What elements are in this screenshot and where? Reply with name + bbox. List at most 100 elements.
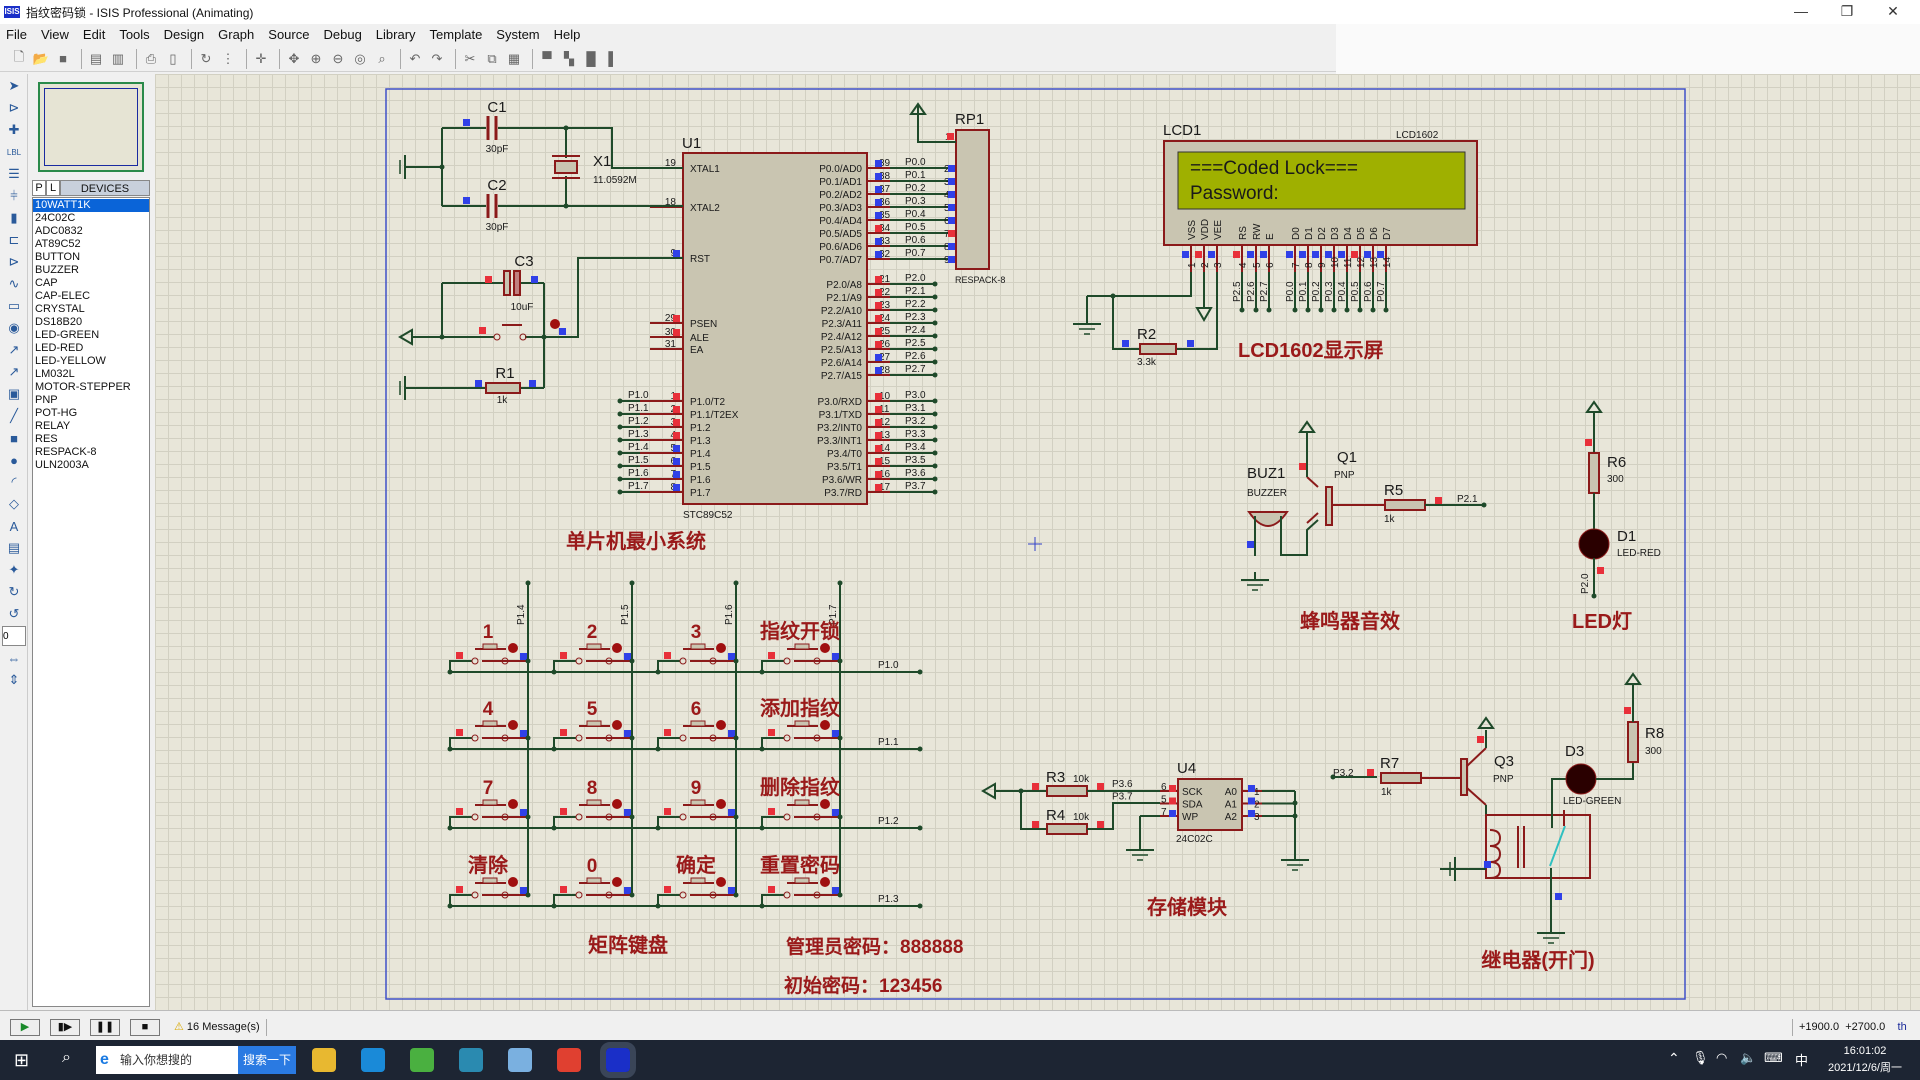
device-item[interactable]: ULN2003A — [33, 459, 149, 472]
maximize-button[interactable]: ❐ — [1824, 0, 1870, 24]
device-item[interactable]: RESPACK-8 — [33, 446, 149, 459]
rotate-cw-tool[interactable]: ↻ — [2, 582, 26, 602]
zoom-out-button[interactable]: ⊖ — [329, 50, 347, 68]
menu-library[interactable]: Library — [376, 27, 416, 42]
cut-button[interactable]: ✂ — [461, 50, 479, 68]
menu-design[interactable]: Design — [164, 27, 204, 42]
open-button[interactable]: 📂 — [32, 50, 50, 68]
menu-help[interactable]: Help — [554, 27, 581, 42]
subcircuit-tool[interactable]: ▮ — [2, 208, 26, 228]
print-area-button[interactable]: ▯ — [164, 50, 182, 68]
text-tool[interactable]: A — [2, 516, 26, 536]
device-item[interactable]: 24C02C — [33, 212, 149, 225]
mirror-x-tool[interactable]: ⇔ — [2, 648, 26, 668]
close-button[interactable]: ✕ — [1870, 0, 1916, 24]
pan-button[interactable]: ✥ — [285, 50, 303, 68]
stop-button[interactable]: ■ — [130, 1019, 160, 1036]
junction-tool[interactable]: ✚ — [2, 120, 26, 140]
microphone-icon[interactable]: 🎙 — [1692, 1050, 1709, 1066]
box-tool[interactable]: ■ — [2, 428, 26, 448]
device-item[interactable]: LED-GREEN — [33, 329, 149, 342]
tape-tool[interactable]: ▭ — [2, 296, 26, 316]
selection-tool[interactable]: ➤ — [2, 76, 26, 96]
search-input[interactable]: e 输入你想搜的 — [96, 1046, 238, 1074]
pause-button[interactable]: ❚❚ — [90, 1019, 120, 1036]
menu-tools[interactable]: Tools — [119, 27, 149, 42]
zoom-all-button[interactable]: ◎ — [351, 50, 369, 68]
wifi-icon[interactable]: ◠ — [1716, 1050, 1727, 1066]
clock[interactable]: 16:01:02 2021/12/6/周一 — [1815, 1043, 1915, 1077]
volume-icon[interactable]: 🔈 — [1740, 1050, 1756, 1066]
path-tool[interactable]: ◇ — [2, 494, 26, 514]
arc-tool[interactable]: ◜ — [2, 472, 26, 492]
menu-source[interactable]: Source — [268, 27, 309, 42]
schematic-canvas[interactable]: U1STC89C5219XTAL118XTAL29RST29PSEN30ALE3… — [155, 74, 1920, 1010]
device-list[interactable]: 10WATT1K 24C02C ADC0832 AT89C52 BUTTON BUZZER… — [32, 197, 150, 1007]
save-button[interactable]: ■ — [54, 50, 72, 68]
origin-button[interactable]: ✛ — [252, 50, 270, 68]
text-script-tool[interactable]: ☰ — [2, 164, 26, 184]
device-item[interactable]: 10WATT1K — [33, 199, 149, 212]
ime-indicator[interactable]: 中 — [1795, 1050, 1808, 1069]
paste-button[interactable]: ▦ — [505, 50, 523, 68]
current-probe-tool[interactable]: ↗ — [2, 362, 26, 382]
app-icon[interactable] — [459, 1048, 483, 1072]
search-icon[interactable]: ⌕ — [62, 1049, 71, 1067]
isis-icon[interactable] — [600, 1042, 636, 1078]
library-manager-button[interactable]: L — [46, 180, 60, 196]
play-button[interactable]: ▶ — [10, 1019, 40, 1036]
block-delete-button[interactable]: ▌ — [604, 50, 622, 68]
rotate-ccw-tool[interactable]: ↺ — [2, 604, 26, 624]
block-copy-button[interactable]: ▀ — [538, 50, 556, 68]
copy-button[interactable]: ⧉ — [483, 50, 501, 68]
zoom-area-button[interactable]: ⌕ — [373, 50, 391, 68]
mirror-y-tool[interactable]: ⇕ — [2, 670, 26, 690]
device-item[interactable]: BUZZER — [33, 264, 149, 277]
browser-icon[interactable] — [410, 1048, 434, 1072]
terminal-tool[interactable]: ⊏ — [2, 230, 26, 250]
device-item[interactable]: LED-YELLOW — [33, 355, 149, 368]
keyboard-icon[interactable]: ⌨ — [1764, 1050, 1783, 1066]
overview-window[interactable] — [38, 82, 144, 172]
virtual-instrument-tool[interactable]: ▣ — [2, 384, 26, 404]
undo-button[interactable]: ↶ — [406, 50, 424, 68]
export-button[interactable]: ▥ — [109, 50, 127, 68]
paint-icon[interactable] — [508, 1048, 532, 1072]
rotation-angle-field[interactable]: 0 — [2, 626, 26, 646]
line-tool[interactable]: ╱ — [2, 406, 26, 426]
menu-edit[interactable]: Edit — [83, 27, 105, 42]
menu-template[interactable]: Template — [430, 27, 483, 42]
edge-icon[interactable] — [361, 1048, 385, 1072]
device-item[interactable]: LED-RED — [33, 342, 149, 355]
refresh-button[interactable]: ↻ — [197, 50, 215, 68]
graph-tool[interactable]: ∿ — [2, 274, 26, 294]
circle-tool[interactable]: ● — [2, 450, 26, 470]
new-button[interactable]: 🗋 — [10, 49, 28, 68]
menu-system[interactable]: System — [496, 27, 539, 42]
block-rotate-button[interactable]: █ — [582, 50, 600, 68]
marker-tool[interactable]: ✦ — [2, 560, 26, 580]
file-explorer-icon[interactable] — [312, 1048, 336, 1072]
menu-view[interactable]: View — [41, 27, 69, 42]
tray-chevron-icon[interactable]: ⌃ — [1668, 1050, 1680, 1067]
messages-indicator[interactable]: ⚠ 16 Message(s) — [174, 1019, 267, 1036]
device-item[interactable]: DS18B20 — [33, 316, 149, 329]
voltage-probe-tool[interactable]: ↗ — [2, 340, 26, 360]
device-item[interactable]: PNP — [33, 394, 149, 407]
device-item[interactable]: ADC0832 — [33, 225, 149, 238]
generator-tool[interactable]: ◉ — [2, 318, 26, 338]
bus-tool[interactable]: ⫩ — [2, 186, 26, 206]
device-item[interactable]: MOTOR-STEPPER — [33, 381, 149, 394]
print-button[interactable]: ⎙ — [142, 50, 160, 68]
device-item[interactable]: BUTTON — [33, 251, 149, 264]
device-item[interactable]: CAP — [33, 277, 149, 290]
device-item[interactable]: POT-HG — [33, 407, 149, 420]
search-button[interactable]: 搜索一下 — [238, 1046, 296, 1074]
block-move-button[interactable]: ▚ — [560, 50, 578, 68]
office-icon[interactable] — [557, 1048, 581, 1072]
redo-button[interactable]: ↷ — [428, 50, 446, 68]
menu-debug[interactable]: Debug — [323, 27, 361, 42]
windows-start-icon[interactable]: ⊞ — [14, 1050, 29, 1071]
component-tool[interactable]: ⊳ — [2, 98, 26, 118]
symbol-tool[interactable]: ▤ — [2, 538, 26, 558]
